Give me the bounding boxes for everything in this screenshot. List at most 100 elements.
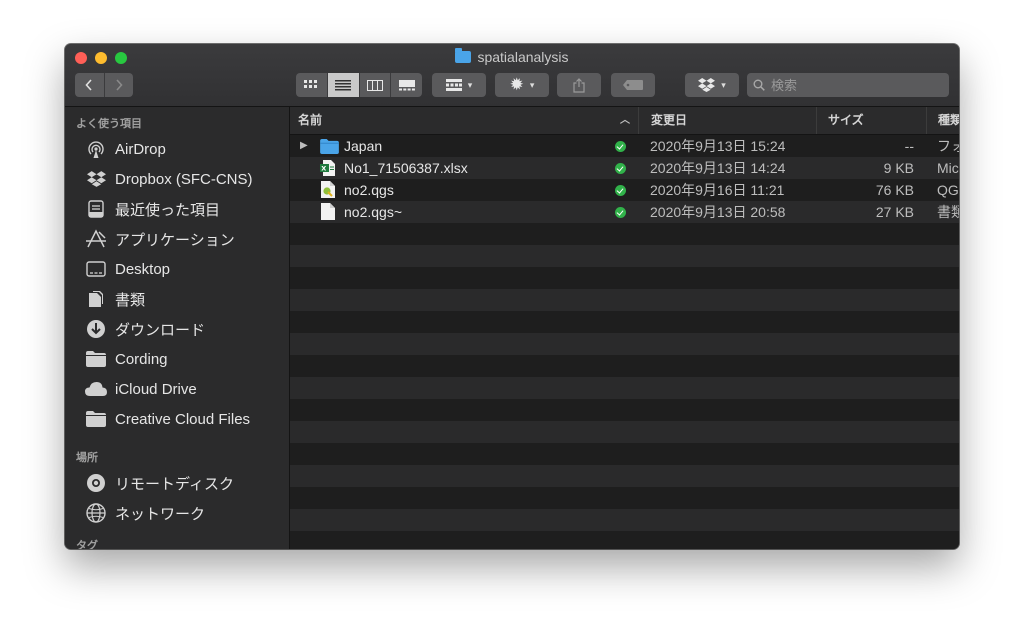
empty-row: [290, 223, 959, 245]
desktop-icon: [85, 259, 107, 279]
file-kind: Mic: [937, 160, 959, 176]
list-view-button[interactable]: [326, 73, 359, 97]
sidebar-item-network[interactable]: ネットワーク: [65, 498, 289, 528]
table-row[interactable]: ▶ Japan 2020年9月13日 15:24 -- フォ: [290, 135, 959, 157]
sidebar-item-documents[interactable]: 書類: [65, 284, 289, 314]
arrange-icon: [445, 79, 462, 91]
empty-row: [290, 311, 959, 333]
file-date: 2020年9月13日 14:24: [650, 160, 786, 176]
search-field[interactable]: [747, 73, 949, 97]
column-header-date[interactable]: 変更日: [638, 107, 816, 134]
column-header-size[interactable]: サイズ: [816, 107, 926, 134]
empty-row: [290, 333, 959, 355]
folder-icon: [455, 48, 472, 63]
disclosure-triangle-icon[interactable]: ▶: [300, 135, 308, 157]
document-file-icon: [321, 203, 335, 221]
gallery-view-button[interactable]: [390, 73, 422, 97]
sidebar-header-favorites: よく使う項目: [76, 118, 142, 130]
column-headers: 名前 ︿ 変更日 サイズ 種類: [290, 107, 959, 135]
sync-status-icon: [615, 163, 626, 174]
folder-icon: [85, 349, 107, 369]
svg-text:X: X: [321, 165, 326, 173]
file-rows: ▶ Japan 2020年9月13日 15:24 -- フォ X No1_715…: [290, 135, 959, 549]
column-view-button[interactable]: [358, 73, 391, 97]
finder-window: spatialanalysis ▾ ✹ ▾ ▾ 検索 よく使う項目 AirDro…: [65, 44, 959, 549]
back-button[interactable]: [75, 73, 104, 97]
file-size: 9 KB: [883, 160, 914, 176]
remote-disc-icon: [85, 473, 107, 493]
window-title: spatialanalysis: [65, 48, 959, 65]
file-date: 2020年9月13日 15:24: [650, 138, 786, 154]
column-header-kind[interactable]: 種類: [926, 107, 959, 134]
tag-icon: [623, 80, 643, 90]
dropbox-icon: [698, 78, 716, 92]
forward-button[interactable]: [103, 73, 134, 97]
file-kind: 書類: [937, 204, 959, 220]
grid-icon: [304, 80, 318, 88]
sidebar-item-creative-cloud-files[interactable]: Creative Cloud Files: [65, 404, 289, 434]
chevron-down-icon: ▾: [529, 79, 535, 90]
icon-view-button[interactable]: [296, 73, 327, 97]
tags-button[interactable]: [611, 73, 655, 97]
table-row[interactable]: X No1_71506387.xlsx 2020年9月13日 14:24 9 K…: [290, 157, 959, 179]
navigation-buttons: [75, 73, 133, 97]
empty-row: [290, 465, 959, 487]
qgis-file-icon: [321, 181, 335, 199]
gallery-icon: [398, 79, 415, 90]
list-icon: [335, 79, 352, 90]
file-size: --: [904, 138, 914, 154]
file-name: No1_71506387.xlsx: [344, 160, 468, 176]
group-by-button[interactable]: ▾: [432, 73, 486, 97]
table-row[interactable]: no2.qgs 2020年9月16日 11:21 76 KB QG: [290, 179, 959, 201]
sync-status-icon: [615, 207, 626, 218]
empty-row: [290, 267, 959, 289]
sync-status-icon: [615, 185, 626, 196]
folder-icon: [85, 409, 107, 429]
empty-row: [290, 377, 959, 399]
search-icon: [753, 79, 765, 91]
empty-row: [290, 289, 959, 311]
sidebar-item-remote-disc[interactable]: リモートディスク: [65, 468, 289, 498]
file-size: 76 KB: [875, 182, 914, 198]
chevron-left-icon: [85, 79, 92, 91]
action-menu-button[interactable]: ✹ ▾: [495, 73, 549, 97]
chevron-right-icon: [116, 79, 123, 91]
sidebar-item-desktop[interactable]: Desktop: [65, 254, 289, 284]
excel-file-icon: X: [320, 160, 336, 176]
sidebar-item-airdrop[interactable]: AirDrop: [65, 134, 289, 164]
documents-icon: [85, 289, 107, 309]
gear-icon: ✹: [509, 75, 524, 94]
sidebar-item-downloads[interactable]: ダウンロード: [65, 314, 289, 344]
chevron-down-icon: ▾: [721, 79, 726, 90]
file-name: no2.qgs~: [344, 204, 402, 220]
sidebar-item-dropbox[interactable]: Dropbox (SFC-CNS): [65, 164, 289, 194]
sidebar-item-applications[interactable]: アプリケーション: [65, 224, 289, 254]
empty-row: [290, 487, 959, 509]
sidebar-item-cording[interactable]: Cording: [65, 344, 289, 374]
empty-row: [290, 443, 959, 465]
search-input[interactable]: [769, 76, 933, 94]
file-kind: QG: [937, 182, 959, 198]
folder-icon: [320, 138, 339, 154]
empty-row: [290, 355, 959, 377]
share-button[interactable]: [557, 73, 601, 97]
share-icon: [573, 77, 585, 93]
file-date: 2020年9月16日 11:21: [650, 182, 785, 198]
file-date: 2020年9月13日 20:58: [650, 204, 786, 220]
dropbox-icon: [85, 169, 107, 189]
empty-row: [290, 509, 959, 531]
sidebar-item-recents[interactable]: 最近使った項目: [65, 194, 289, 224]
empty-row: [290, 399, 959, 421]
sidebar-header-tags: タグ: [76, 540, 98, 549]
sidebar-item-icloud-drive[interactable]: iCloud Drive: [65, 374, 289, 404]
icloud-icon: [85, 379, 107, 399]
table-row[interactable]: no2.qgs~ 2020年9月13日 20:58 27 KB 書類: [290, 201, 959, 223]
file-name: Japan: [344, 138, 383, 154]
downloads-icon: [85, 319, 107, 339]
recents-icon: [85, 199, 107, 219]
empty-row: [290, 245, 959, 267]
dropbox-button[interactable]: ▾: [685, 73, 739, 97]
columns-icon: [366, 79, 383, 91]
column-header-name[interactable]: 名前 ︿: [298, 107, 638, 134]
file-name: no2.qgs: [344, 182, 394, 198]
